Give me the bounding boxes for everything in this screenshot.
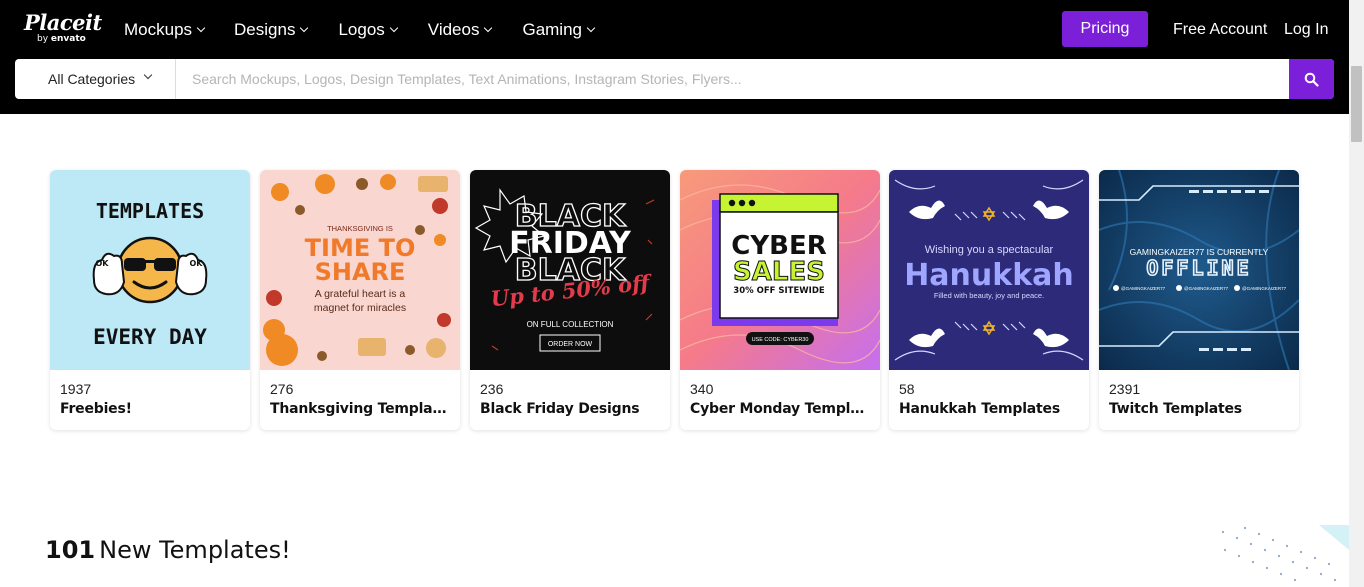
card-freebies[interactable]: TEMPLATES OK OK EVERY DAY 1937 Freebies! bbox=[50, 170, 250, 430]
page-scrollbar[interactable] bbox=[1349, 0, 1364, 587]
black-friday-btn: ORDER NOW bbox=[548, 341, 593, 348]
search-bar: All Categories bbox=[15, 59, 1334, 99]
nav-designs-label: Designs bbox=[234, 20, 296, 39]
freebies-line1: TEMPLATES bbox=[96, 199, 204, 223]
card-thumbnail: Wishing you a spectacular Hanukkah Fille… bbox=[889, 170, 1089, 370]
category-select[interactable]: All Categories bbox=[15, 59, 176, 99]
card-title: Cyber Monday Templates bbox=[690, 401, 872, 417]
main-nav: Mockups Designs Logos Videos Gaming bbox=[124, 18, 596, 42]
black-friday-sub: ON FULL COLLECTION bbox=[527, 320, 614, 329]
nav-designs[interactable]: Designs bbox=[234, 18, 309, 42]
card-title: Thanksgiving Templates bbox=[270, 401, 452, 417]
twitch-handle-3: @GAMINGKAIZER77 bbox=[1242, 286, 1287, 291]
chevron-down-icon bbox=[484, 23, 493, 33]
thanksgiving-big2: SHARE bbox=[315, 258, 406, 286]
chevron-down-icon bbox=[586, 23, 596, 33]
thanksgiving-sub1: A grateful heart is a bbox=[315, 288, 406, 300]
hanukkah-big: Hanukkah bbox=[904, 258, 1074, 293]
search-input[interactable] bbox=[177, 59, 1289, 99]
placeit-logo[interactable]: Placeit by envato bbox=[24, 12, 104, 46]
top-header: Placeit by envato Mockups Designs Logos … bbox=[0, 0, 1349, 114]
card-thumbnail: BLACK FRIDAY BLACK Up to 50% off ON FULL… bbox=[470, 170, 670, 370]
card-thanksgiving[interactable]: THANKSGIVING IS TIME TO SHARE A grateful… bbox=[260, 170, 460, 430]
template-count: 1937 bbox=[60, 381, 92, 397]
logo-wordmark: Placeit bbox=[24, 10, 102, 35]
card-thumbnail: TEMPLATES OK OK EVERY DAY bbox=[50, 170, 250, 370]
cyber-monday-artwork: CYBER SALES 30% OFF SITEWIDE USE CODE: C… bbox=[680, 170, 880, 370]
card-title: Freebies! bbox=[60, 401, 132, 417]
card-thumbnail: GAMINGKAIZER77 IS CURRENTLY OFFLINE @GAM… bbox=[1099, 170, 1299, 370]
logo-byline: by envato bbox=[37, 34, 86, 44]
nav-mockups-label: Mockups bbox=[124, 20, 193, 39]
nav-gaming[interactable]: Gaming bbox=[522, 18, 596, 42]
card-hanukkah[interactable]: Wishing you a spectacular Hanukkah Fille… bbox=[889, 170, 1089, 430]
card-title: Twitch Templates bbox=[1109, 401, 1242, 417]
freebies-artwork: TEMPLATES OK OK EVERY DAY bbox=[50, 170, 250, 370]
card-twitch[interactable]: GAMINGKAIZER77 IS CURRENTLY OFFLINE @GAM… bbox=[1099, 170, 1299, 430]
card-thumbnail: CYBER SALES 30% OFF SITEWIDE USE CODE: C… bbox=[680, 170, 880, 370]
twitch-artwork: GAMINGKAIZER77 IS CURRENTLY OFFLINE @GAM… bbox=[1099, 170, 1299, 370]
chevron-down-icon bbox=[389, 23, 399, 33]
twitch-handle-1: @GAMINGKAIZER77 bbox=[1121, 286, 1166, 291]
template-count: 340 bbox=[690, 381, 714, 397]
search-button[interactable] bbox=[1289, 59, 1334, 99]
template-count: 236 bbox=[480, 381, 504, 397]
scrollbar-thumb[interactable] bbox=[1351, 66, 1362, 142]
nav-gaming-label: Gaming bbox=[522, 20, 582, 39]
login-link[interactable]: Log In bbox=[1284, 18, 1328, 42]
black-friday-artwork: BLACK FRIDAY BLACK Up to 50% off ON FULL… bbox=[470, 170, 670, 370]
ok-badge-left: OK bbox=[96, 259, 110, 268]
nav-videos-label: Videos bbox=[427, 20, 480, 39]
chevron-down-icon bbox=[196, 23, 206, 33]
pricing-button[interactable]: Pricing bbox=[1062, 11, 1148, 47]
cyber-l3: 30% OFF SITEWIDE bbox=[733, 286, 825, 296]
template-count: 276 bbox=[270, 381, 294, 397]
card-cyber-monday[interactable]: CYBER SALES 30% OFF SITEWIDE USE CODE: C… bbox=[680, 170, 880, 430]
thanksgiving-small: THANKSGIVING IS bbox=[327, 224, 393, 233]
nav-mockups[interactable]: Mockups bbox=[124, 18, 206, 42]
card-black-friday[interactable]: BLACK FRIDAY BLACK Up to 50% off ON FULL… bbox=[470, 170, 670, 430]
twitch-big: OFFLINE bbox=[1146, 256, 1251, 280]
chevron-down-icon bbox=[143, 70, 153, 80]
hanukkah-artwork: Wishing you a spectacular Hanukkah Fille… bbox=[889, 170, 1089, 370]
freebies-line2: EVERY DAY bbox=[93, 325, 207, 349]
new-templates-count: 101 bbox=[45, 536, 96, 564]
thanksgiving-sub2: magnet for miracles bbox=[314, 302, 406, 314]
new-templates-title: New Templates! bbox=[99, 536, 291, 564]
template-count: 58 bbox=[899, 381, 915, 397]
cyber-l2: SALES bbox=[733, 257, 825, 287]
twitch-handle-2: @GAMINGKAIZER77 bbox=[1184, 286, 1229, 291]
new-templates-heading: 101 New Templates! bbox=[45, 534, 291, 566]
card-title: Black Friday Designs bbox=[480, 401, 640, 417]
nav-logos-label: Logos bbox=[338, 20, 385, 39]
hanukkah-sub: Filled with beauty, joy and peace. bbox=[934, 291, 1044, 300]
thanksgiving-artwork: THANKSGIVING IS TIME TO SHARE A grateful… bbox=[260, 170, 460, 370]
card-title: Hanukkah Templates bbox=[899, 401, 1060, 417]
template-count: 2391 bbox=[1109, 381, 1141, 397]
cyber-code: USE CODE: CYBER30 bbox=[752, 337, 809, 343]
decorative-dots bbox=[1221, 525, 1349, 582]
category-select-label: All Categories bbox=[48, 71, 136, 87]
free-account-link[interactable]: Free Account bbox=[1173, 18, 1267, 42]
card-thumbnail: THANKSGIVING IS TIME TO SHARE A grateful… bbox=[260, 170, 460, 370]
nav-videos[interactable]: Videos bbox=[427, 18, 493, 42]
chevron-down-icon bbox=[300, 23, 309, 33]
nav-logos[interactable]: Logos bbox=[338, 18, 399, 42]
ok-badge-right: OK bbox=[190, 259, 204, 268]
search-icon bbox=[1304, 72, 1319, 87]
hanukkah-top: Wishing you a spectacular bbox=[925, 244, 1054, 256]
